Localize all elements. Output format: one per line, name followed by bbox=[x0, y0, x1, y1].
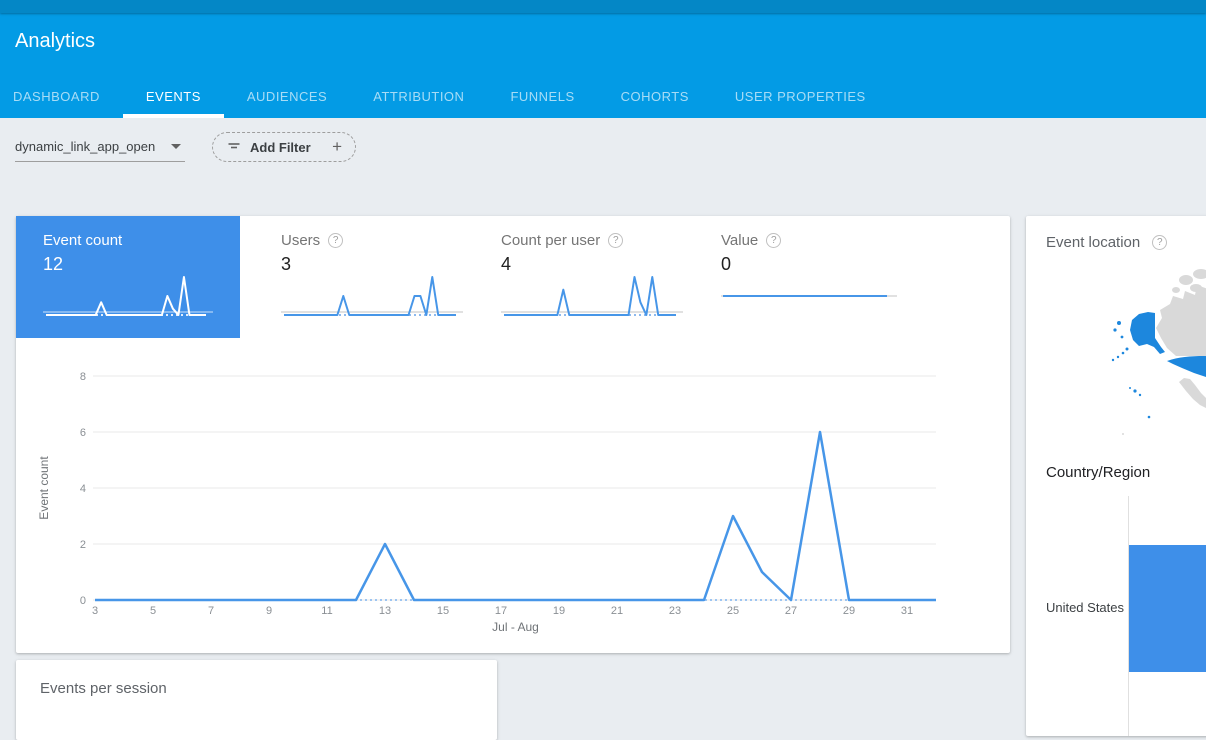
svg-text:11: 11 bbox=[321, 605, 332, 617]
add-filter-button[interactable]: Add Filter + bbox=[212, 132, 356, 162]
svg-text:8: 8 bbox=[80, 371, 86, 383]
metric-label-text: Event count bbox=[43, 232, 122, 249]
metric-label: Value ? bbox=[721, 232, 916, 249]
svg-text:4: 4 bbox=[80, 483, 86, 495]
users-sparkline bbox=[281, 268, 463, 330]
svg-text:27: 27 bbox=[785, 605, 797, 617]
tab-user-properties[interactable]: USER PROPERTIES bbox=[712, 74, 889, 118]
tab-dashboard[interactable]: DASHBOARD bbox=[0, 74, 123, 118]
events-per-session-title: Events per session bbox=[40, 680, 167, 697]
event-count-chart: 0 2 4 6 8 3 5 7 9 11 13 15 17 19 21 23 25 27 29 31 Jul - Aug… bbox=[16, 338, 1010, 653]
country-region-label: Country/Region bbox=[1046, 464, 1150, 481]
metric-label-text: Users bbox=[281, 232, 320, 249]
metric-tab-count-per-user[interactable]: Count per user ? 4 bbox=[476, 216, 696, 338]
svg-text:21: 21 bbox=[611, 605, 623, 617]
svg-text:29: 29 bbox=[843, 605, 855, 617]
metric-label: Count per user ? bbox=[501, 232, 696, 249]
plus-icon: + bbox=[332, 137, 342, 157]
filter-icon bbox=[226, 139, 242, 155]
tab-funnels[interactable]: FUNNELS bbox=[487, 74, 597, 118]
event-location-card: Event location ? Country/Reg bbox=[1026, 216, 1206, 736]
metric-label: Event count bbox=[43, 232, 240, 249]
svg-text:13: 13 bbox=[379, 605, 391, 617]
tab-attribution[interactable]: ATTRIBUTION bbox=[350, 74, 487, 118]
svg-text:6: 6 bbox=[80, 427, 86, 439]
page-title: Analytics bbox=[15, 30, 95, 53]
tab-events[interactable]: EVENTS bbox=[123, 74, 224, 118]
svg-text:5: 5 bbox=[150, 605, 156, 617]
add-filter-label: Add Filter bbox=[250, 140, 311, 155]
metric-tab-event-count[interactable]: Event count 12 bbox=[16, 216, 240, 338]
metric-tab-users[interactable]: Users ? 3 bbox=[256, 216, 476, 338]
event-select-value: dynamic_link_app_open bbox=[15, 139, 155, 154]
header-top-strip bbox=[0, 0, 1206, 13]
svg-text:9: 9 bbox=[266, 605, 272, 617]
metric-label-text: Value bbox=[721, 232, 758, 249]
help-icon[interactable]: ? bbox=[328, 233, 343, 248]
event-location-title: Event location bbox=[1046, 234, 1140, 251]
world-map bbox=[1026, 266, 1206, 476]
dropdown-arrow-icon bbox=[171, 144, 181, 149]
country-bar bbox=[1129, 545, 1206, 672]
svg-text:0: 0 bbox=[80, 595, 86, 607]
svg-text:31: 31 bbox=[901, 605, 913, 617]
help-icon[interactable]: ? bbox=[1152, 235, 1167, 250]
svg-text:23: 23 bbox=[669, 605, 681, 617]
svg-text:2: 2 bbox=[80, 539, 86, 551]
svg-text:7: 7 bbox=[208, 605, 214, 617]
svg-text:15: 15 bbox=[437, 605, 449, 617]
svg-text:3: 3 bbox=[92, 605, 98, 617]
metric-label: Users ? bbox=[281, 232, 476, 249]
tab-cohorts[interactable]: COHORTS bbox=[598, 74, 712, 118]
count-per-user-sparkline bbox=[501, 268, 683, 330]
event-count-sparkline bbox=[43, 268, 213, 330]
app-header: Analytics DASHBOARD EVENTS AUDIENCES ATT… bbox=[0, 13, 1206, 118]
country-bar-row: United States bbox=[1026, 545, 1206, 672]
help-icon[interactable]: ? bbox=[608, 233, 623, 248]
svg-text:19: 19 bbox=[553, 605, 565, 617]
tab-audiences[interactable]: AUDIENCES bbox=[224, 74, 350, 118]
metric-tab-value[interactable]: Value ? 0 bbox=[696, 216, 916, 338]
country-label: United States bbox=[1026, 600, 1124, 615]
value-sparkline bbox=[721, 268, 903, 330]
events-per-session-card: Events per session bbox=[16, 660, 497, 740]
svg-text:Event count: Event count bbox=[37, 456, 51, 520]
nav-tabs: DASHBOARD EVENTS AUDIENCES ATTRIBUTION F… bbox=[0, 74, 889, 118]
event-select[interactable]: dynamic_link_app_open bbox=[15, 132, 185, 162]
help-icon[interactable]: ? bbox=[766, 233, 781, 248]
svg-text:25: 25 bbox=[727, 605, 739, 617]
svg-text:Jul - Aug: Jul - Aug bbox=[492, 620, 539, 634]
metric-label-text: Count per user bbox=[501, 232, 600, 249]
event-location-header: Event location ? bbox=[1046, 234, 1167, 251]
event-report-card: Event count 12 Users ? 3 Count per user … bbox=[16, 216, 1010, 653]
svg-text:17: 17 bbox=[495, 605, 507, 617]
